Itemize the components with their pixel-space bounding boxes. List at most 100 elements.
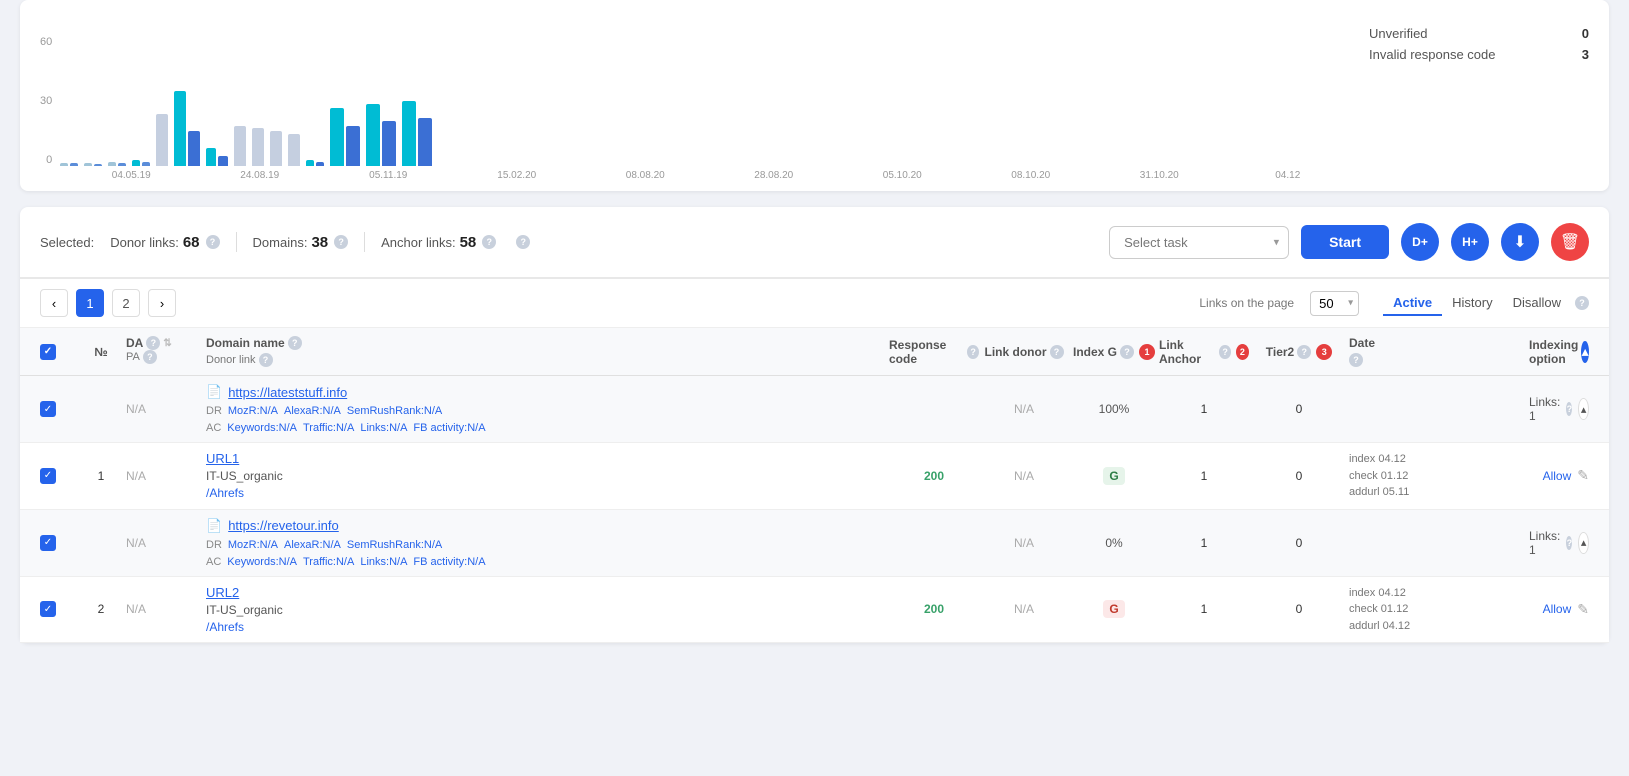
row3-traffic[interactable]: Traffic:N/A: [303, 556, 354, 568]
row3-domain-link[interactable]: https://revetour.info: [228, 518, 339, 533]
row4-ahrefs-link[interactable]: /Ahrefs: [206, 620, 244, 634]
row4-url-link[interactable]: URL2: [206, 585, 239, 600]
bar-group-9: [252, 128, 264, 166]
row1-domain-link[interactable]: https://lateststuff.info: [228, 385, 347, 400]
tab-help-icon[interactable]: ?: [1575, 296, 1589, 310]
bar-group-7: [206, 148, 228, 166]
next-page-button[interactable]: ›: [148, 289, 176, 317]
th-da-sort-icon: ⇅: [163, 338, 171, 349]
donor-links-help[interactable]: ?: [206, 235, 220, 249]
delete-button[interactable]: 🗑: [1551, 223, 1589, 261]
selected-label: Selected:: [40, 235, 94, 250]
bar-group-12: [306, 160, 324, 166]
row1-meta2: AC Keywords:N/A Traffic:N/A Links:N/A FB…: [206, 422, 486, 434]
row3-semrush[interactable]: SemRushRank:N/A: [347, 539, 442, 551]
row4-checkbox-input[interactable]: ✓: [40, 601, 56, 617]
th-indexing-label: Indexing option: [1529, 338, 1578, 366]
page-2-button[interactable]: 2: [112, 289, 140, 317]
doc-icon: 📄: [206, 384, 222, 400]
row4-date-addurl: 04.12: [1383, 620, 1411, 632]
domains-help[interactable]: ?: [334, 235, 348, 249]
th-date-help[interactable]: ?: [1349, 353, 1363, 367]
th-link-anchor-label: Link Anchor: [1159, 338, 1216, 366]
row1-traffic[interactable]: Traffic:N/A: [303, 422, 354, 434]
row4-tier2-val: 0: [1296, 602, 1303, 616]
tab-history[interactable]: History: [1442, 291, 1502, 316]
row2-ahrefs-link[interactable]: /Ahrefs: [206, 486, 244, 500]
row3-links[interactable]: Links:N/A: [360, 556, 407, 568]
row1-links[interactable]: Links:N/A: [360, 422, 407, 434]
th-link-anchor-help[interactable]: ?: [1219, 345, 1231, 359]
row1-fb[interactable]: FB activity:N/A: [413, 422, 485, 434]
row3-expand-button[interactable]: ▴: [1578, 532, 1589, 554]
bar-group-15: [402, 101, 432, 166]
th-response-help[interactable]: ?: [967, 345, 979, 359]
th-donor-help[interactable]: ?: [259, 353, 273, 367]
row3-anchor-val: 1: [1201, 536, 1208, 550]
row3-index-g: 0%: [1069, 536, 1159, 550]
link-anchor-badge: 2: [1236, 344, 1249, 360]
th-index-g: Index G ? 1: [1069, 336, 1159, 367]
row3-checkbox-input[interactable]: ✓: [40, 535, 56, 551]
unverified-value: 0: [1582, 26, 1589, 41]
page-1-button[interactable]: 1: [76, 289, 104, 317]
bar-group-4: [132, 160, 150, 166]
row3-links-help[interactable]: ?: [1566, 536, 1572, 550]
row2-checkbox-input[interactable]: ✓: [40, 468, 56, 484]
row4-date: index 04.12 check 01.12 addurl 04.12: [1349, 585, 1529, 635]
row2-date-stack: index 04.12 check 01.12 addurl 05.11: [1349, 451, 1409, 501]
row3-mozr[interactable]: MozR:N/A: [228, 539, 278, 551]
row4-edit-icon[interactable]: ✎: [1577, 601, 1589, 618]
anchor-links-help[interactable]: ?: [482, 235, 496, 249]
tab-disallow[interactable]: Disallow: [1503, 291, 1571, 316]
right-stats: Unverified 0 Invalid response code 3: [1369, 16, 1589, 181]
h-plus-button[interactable]: H+: [1451, 223, 1489, 261]
row1-semrush[interactable]: SemRushRank:N/A: [347, 405, 442, 417]
task-select[interactable]: Select task: [1109, 226, 1289, 259]
y-label-0: 0: [40, 154, 52, 166]
row1-alexa[interactable]: AlexaR:N/A: [284, 405, 341, 417]
th-checkbox: ✓: [40, 336, 76, 367]
row2-link-anchor: 1: [1159, 469, 1249, 483]
bar: [218, 156, 228, 166]
collapse-all-button[interactable]: ▴: [1581, 341, 1589, 363]
row1-anchor-val: 1: [1201, 402, 1208, 416]
row4-organic: IT-US_organic: [206, 603, 283, 617]
extra-help[interactable]: ?: [516, 235, 530, 249]
th-domain-help[interactable]: ?: [288, 336, 302, 350]
tab-active[interactable]: Active: [1383, 291, 1442, 316]
bar-group-3: [108, 162, 126, 166]
row2-edit-icon[interactable]: ✎: [1577, 467, 1589, 484]
row1-expand-button[interactable]: ▴: [1578, 398, 1589, 420]
domains-stat: Domains: 38 ?: [253, 234, 349, 251]
y-label-30: 30: [40, 95, 52, 107]
row2-organic: IT-US_organic: [206, 469, 283, 483]
start-button[interactable]: Start: [1301, 225, 1389, 259]
per-page-wrap: 50 ▾: [1310, 291, 1359, 316]
download-button[interactable]: ⬇: [1501, 223, 1539, 261]
row2-url-link[interactable]: URL1: [206, 451, 239, 466]
x-label-3: 05.11.19: [327, 170, 450, 181]
row1-checkbox-input[interactable]: ✓: [40, 401, 56, 417]
row3-keywords[interactable]: Keywords:N/A: [227, 556, 297, 568]
bar-group-10: [270, 131, 282, 166]
th-pa-help[interactable]: ?: [143, 350, 157, 364]
row3-alexa[interactable]: AlexaR:N/A: [284, 539, 341, 551]
row3-index-g-val: 0%: [1105, 536, 1122, 550]
row1-links-help[interactable]: ?: [1566, 402, 1572, 416]
header-checkbox[interactable]: ✓: [40, 344, 56, 360]
th-link-donor-help[interactable]: ?: [1050, 345, 1064, 359]
bar-group-8: [234, 126, 246, 166]
chart-x-labels: 04.05.19 24.08.19 05.11.19 15.02.20 08.0…: [40, 170, 1349, 181]
th-da-help[interactable]: ?: [146, 336, 160, 350]
row1-mozr[interactable]: MozR:N/A: [228, 405, 278, 417]
row4-num-val: 2: [98, 602, 105, 616]
per-page-select[interactable]: 50: [1310, 291, 1359, 316]
prev-page-button[interactable]: ‹: [40, 289, 68, 317]
row1-keywords[interactable]: Keywords:N/A: [227, 422, 297, 434]
th-tier2-help[interactable]: ?: [1297, 345, 1311, 359]
d-plus-button[interactable]: D+: [1401, 223, 1439, 261]
row3-fb[interactable]: FB activity:N/A: [413, 556, 485, 568]
th-index-g-help[interactable]: ?: [1120, 345, 1134, 359]
row2-link-donor-val: N/A: [1014, 469, 1034, 483]
